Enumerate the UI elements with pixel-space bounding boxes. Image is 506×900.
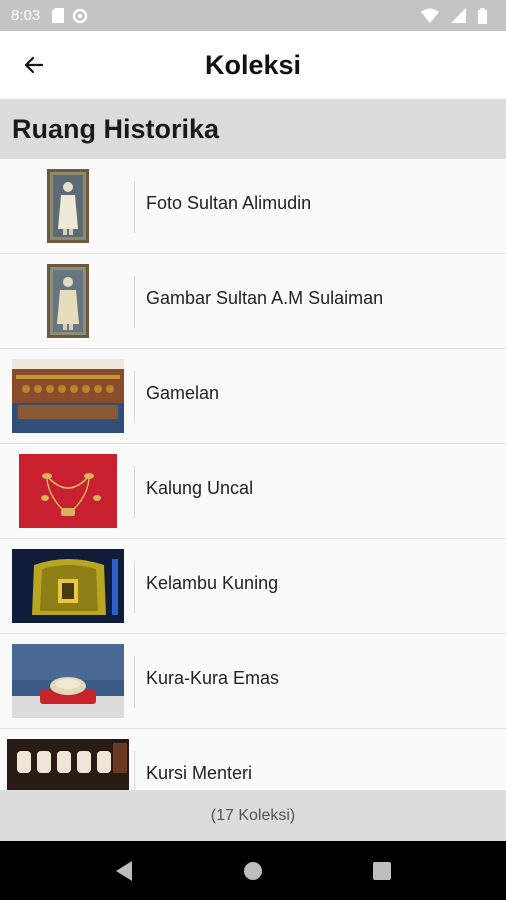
nav-home-button[interactable] [233,851,273,891]
page-title: Koleksi [204,49,302,80]
item-label: Kalung Uncal [146,478,254,498]
status-bar: 8:03 [0,0,506,31]
list-item[interactable]: Kura-Kura Emas [0,634,506,729]
item-divider [134,466,135,518]
item-label: Kelambu Kuning [146,573,279,593]
thumbnail [0,539,135,634]
item-label: Kura-Kura Emas [146,668,280,688]
item-divider [134,561,135,613]
nav-recents-button[interactable] [362,851,402,891]
thumbnail [0,634,135,729]
item-divider [134,181,135,233]
back-button[interactable] [16,49,52,81]
home-circle-icon [243,861,262,880]
list-item[interactable]: Gambar Sultan A.M Sulaiman [0,254,506,349]
thumbnail [0,729,135,790]
nav-back-button[interactable] [104,851,144,891]
back-triangle-icon [116,860,133,881]
wifi-icon [421,8,439,23]
list-item[interactable]: Kursi Menteri [0,729,506,790]
item-label: Gambar Sultan A.M Sulaiman [146,288,384,308]
item-label: Kursi Menteri [146,763,253,783]
section-header: Ruang Historika [0,99,506,159]
sd-card-icon [52,8,65,23]
app-bar: Koleksi [0,31,506,99]
signal-icon [451,8,466,23]
collection-count: (17 Koleksi) [0,790,506,841]
arrow-left-icon [24,56,44,74]
list-item[interactable]: Foto Sultan Alimudin [0,159,506,254]
item-label: Gamelan [146,383,220,403]
status-time: 8:03 [11,7,41,24]
thumbnail [0,349,135,444]
battery-icon [478,7,487,24]
item-divider [134,276,135,328]
item-label: Foto Sultan Alimudin [146,193,312,213]
item-divider [134,371,135,423]
thumbnail [0,444,135,539]
recents-square-icon [372,861,391,880]
section-title: Ruang Historika [12,113,220,144]
thumbnail [0,254,135,349]
data-saver-icon [72,8,88,24]
collection-list[interactable]: Foto Sultan Alimudin Gambar Sultan A.M S… [0,159,506,790]
item-divider [134,656,135,708]
list-item[interactable]: Gamelan [0,349,506,444]
list-item[interactable]: Kelambu Kuning [0,539,506,634]
list-item[interactable]: Kalung Uncal [0,444,506,539]
thumbnail [0,159,135,254]
item-divider [134,751,135,790]
system-nav-bar [0,841,506,900]
